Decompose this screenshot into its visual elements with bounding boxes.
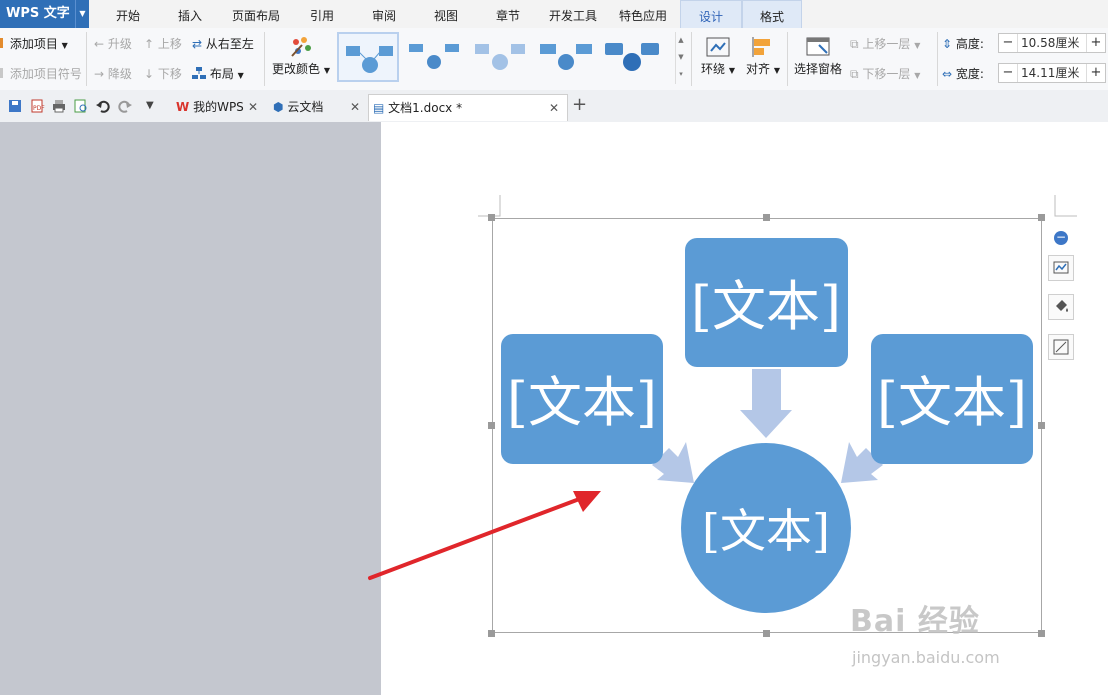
baidu-watermark-logo: Bai 经验 <box>850 604 980 639</box>
baidu-watermark-url: jingyan.baidu.com <box>852 648 1000 667</box>
red-annotation-arrow <box>368 491 601 580</box>
